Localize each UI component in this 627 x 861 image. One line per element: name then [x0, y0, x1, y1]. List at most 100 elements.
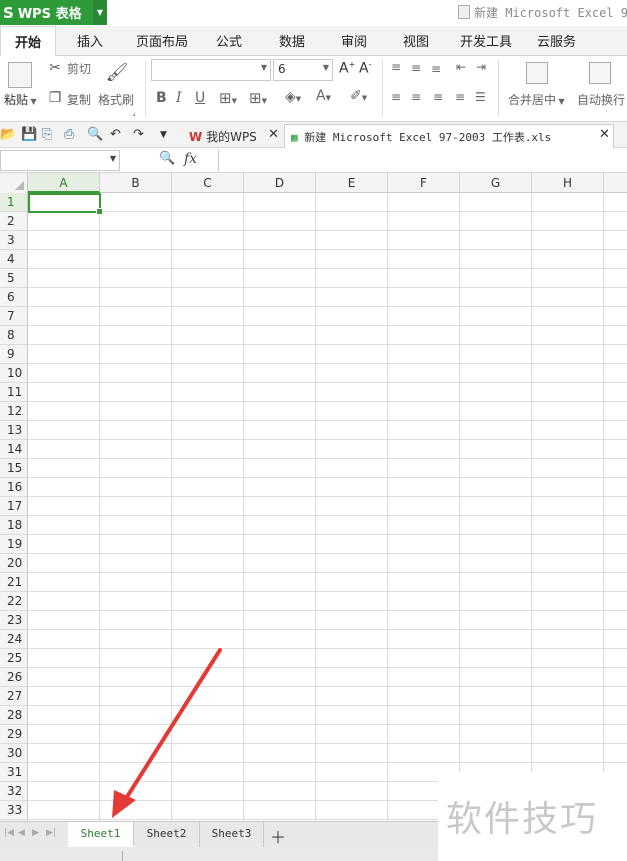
clear-format-icon[interactable]: ✐▼ — [350, 88, 367, 104]
decrease-font-icon[interactable]: A- — [359, 60, 371, 77]
row-header-14[interactable]: 14 — [0, 440, 27, 459]
format-painter-button[interactable]: 格式刷 — [98, 91, 134, 108]
align-middle-icon[interactable]: ≡ — [411, 61, 421, 75]
row-header-1[interactable]: 1 — [0, 193, 27, 212]
column-header-g[interactable]: G — [460, 173, 532, 193]
column-header-h[interactable]: H — [532, 173, 604, 193]
align-left-icon[interactable]: ≡ — [391, 90, 401, 104]
row-header-19[interactable]: 19 — [0, 535, 27, 554]
row-header-10[interactable]: 10 — [0, 364, 27, 383]
save-icon[interactable]: 💾 — [21, 127, 37, 142]
tab-developer[interactable]: 开发工具 — [460, 31, 512, 50]
tab-home[interactable]: 开始 — [0, 26, 57, 57]
formula-input[interactable] — [218, 150, 627, 171]
row-header-8[interactable]: 8 — [0, 326, 27, 345]
sheet-tab-1[interactable]: Sheet1 — [68, 822, 134, 847]
row-header-24[interactable]: 24 — [0, 630, 27, 649]
close-tab-my-wps-icon[interactable]: ✕ — [268, 127, 279, 142]
row-header-16[interactable]: 16 — [0, 478, 27, 497]
merge-center-button[interactable]: 合并居中 ▼ — [508, 91, 565, 108]
paste-button[interactable]: 粘贴 ▼ — [4, 91, 37, 108]
export-pdf-icon[interactable]: ⎘ — [42, 127, 52, 142]
justify-icon[interactable]: ≡ — [455, 90, 465, 104]
decrease-indent-icon[interactable]: ⇤ — [456, 60, 466, 74]
merge-center-icon[interactable] — [526, 62, 548, 84]
row-header-13[interactable]: 13 — [0, 421, 27, 440]
tab-review[interactable]: 审阅 — [341, 31, 367, 50]
font-color-icon[interactable]: A▼ — [316, 88, 331, 104]
sheet-tab-2[interactable]: Sheet2 — [134, 822, 200, 847]
next-sheet-icon[interactable]: ▶ — [32, 828, 39, 838]
last-sheet-icon[interactable]: ▶| — [46, 828, 56, 838]
undo-icon[interactable]: ↶ — [110, 127, 121, 142]
column-header-c[interactable]: C — [172, 173, 244, 193]
row-header-20[interactable]: 20 — [0, 554, 27, 573]
row-header-21[interactable]: 21 — [0, 573, 27, 592]
print-icon[interactable]: ⎙ — [64, 127, 74, 142]
open-folder-icon[interactable]: 📂 — [0, 127, 16, 142]
italic-button[interactable]: I — [176, 90, 182, 106]
row-header-17[interactable]: 17 — [0, 497, 27, 516]
sheet-tab-3[interactable]: Sheet3 — [200, 822, 264, 847]
column-header-b[interactable]: B — [100, 173, 172, 193]
row-header-22[interactable]: 22 — [0, 592, 27, 611]
distributed-icon[interactable]: ☰ — [475, 90, 486, 104]
align-bottom-icon[interactable]: ≡ — [431, 62, 441, 76]
customize-toolbar-icon[interactable]: ▼ — [160, 130, 167, 140]
row-header-25[interactable]: 25 — [0, 649, 27, 668]
zoom-icon[interactable]: 🔍 — [159, 151, 175, 166]
border-icon[interactable]: ⊞▼ — [219, 89, 237, 107]
row-header-9[interactable]: 9 — [0, 345, 27, 364]
align-top-icon[interactable]: ≡ — [391, 60, 401, 74]
row-header-11[interactable]: 11 — [0, 383, 27, 402]
row-header-7[interactable]: 7 — [0, 307, 27, 326]
column-header-a[interactable]: A — [28, 173, 100, 193]
column-header-e[interactable]: E — [316, 173, 388, 193]
clipboard-launcher-icon[interactable]: ⌟ — [132, 108, 136, 117]
active-cell-a1[interactable] — [28, 193, 103, 215]
tab-insert[interactable]: 插入 — [77, 31, 103, 50]
row-header-29[interactable]: 29 — [0, 725, 27, 744]
format-painter-icon[interactable]: 🖌 — [106, 60, 129, 84]
row-header-32[interactable]: 32 — [0, 782, 27, 801]
tab-document[interactable]: ▦ 新建 Microsoft Excel 97-2003 工作表.xls — [284, 124, 614, 148]
print-preview-icon[interactable]: 🔍 — [87, 127, 103, 142]
tab-page-layout[interactable]: 页面布局 — [136, 31, 188, 50]
row-header-23[interactable]: 23 — [0, 611, 27, 630]
row-header-15[interactable]: 15 — [0, 459, 27, 478]
row-header-30[interactable]: 30 — [0, 744, 27, 763]
row-header-31[interactable]: 31 — [0, 763, 27, 782]
row-header-6[interactable]: 6 — [0, 288, 27, 307]
prev-sheet-icon[interactable]: ◀ — [18, 828, 25, 838]
cut-button[interactable]: 剪切 — [67, 60, 91, 77]
row-header-26[interactable]: 26 — [0, 668, 27, 687]
row-header-4[interactable]: 4 — [0, 250, 27, 269]
row-header-5[interactable]: 5 — [0, 269, 27, 288]
app-menu-dropdown-icon[interactable]: ▼ — [93, 0, 107, 25]
row-header-33[interactable]: 33 — [0, 801, 27, 820]
row-header-12[interactable]: 12 — [0, 402, 27, 421]
row-header-28[interactable]: 28 — [0, 706, 27, 725]
tab-cloud-service[interactable]: 云服务 — [537, 31, 576, 50]
cell-style-icon[interactable]: ⊞▼ — [249, 89, 267, 107]
add-sheet-button[interactable]: ＋ — [270, 824, 286, 848]
row-header-27[interactable]: 27 — [0, 687, 27, 706]
font-name-select[interactable]: ▼ — [151, 59, 271, 81]
bold-button[interactable]: B — [156, 90, 167, 106]
name-box[interactable]: ▼ — [0, 150, 120, 171]
align-right-icon[interactable]: ≡ — [433, 90, 443, 104]
first-sheet-icon[interactable]: |◀ — [4, 828, 14, 838]
redo-icon[interactable]: ↷ — [133, 127, 144, 142]
close-tab-document-icon[interactable]: ✕ — [599, 127, 610, 142]
copy-button[interactable]: 复制 — [67, 91, 91, 108]
tab-view[interactable]: 视图 — [403, 31, 429, 50]
tab-data[interactable]: 数据 — [279, 31, 305, 50]
paste-icon[interactable] — [8, 62, 32, 88]
fill-color-icon[interactable]: ◈▼ — [285, 89, 301, 105]
scissors-icon[interactable]: ✂ — [47, 60, 63, 76]
increase-font-icon[interactable]: A+ — [339, 60, 355, 77]
row-header-2[interactable]: 2 — [0, 212, 27, 231]
row-header-3[interactable]: 3 — [0, 231, 27, 250]
column-header-d[interactable]: D — [244, 173, 316, 193]
underline-button[interactable]: U — [195, 90, 205, 106]
